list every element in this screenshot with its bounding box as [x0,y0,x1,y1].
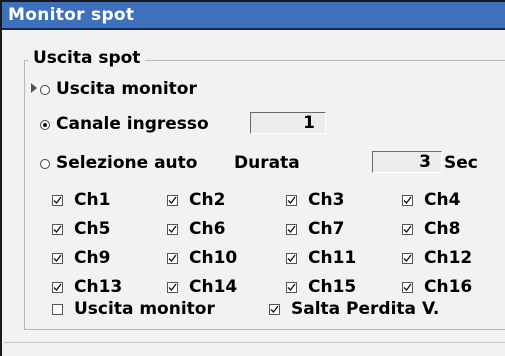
channel-label: Ch14 [189,277,238,297]
channel-checkbox[interactable] [402,224,413,235]
durata-field[interactable]: 3 [372,151,442,173]
channel-label: Ch13 [74,277,123,297]
check-icon [287,254,296,262]
channel-label: Ch8 [424,219,461,239]
channel-checkbox[interactable] [52,282,63,293]
channel-label: Ch12 [424,248,473,268]
check-icon [287,225,296,233]
uscita-monitor-label: Uscita monitor [56,79,197,99]
check-icon [53,196,62,204]
salta-perdita-checkbox[interactable] [269,304,280,315]
channel-label: Ch9 [74,248,111,268]
selezione-auto-label: Selezione auto [56,153,198,173]
channel-checkbox[interactable] [52,195,63,206]
channel-checkbox[interactable] [286,253,297,264]
check-icon [168,254,177,262]
channel-checkbox[interactable] [167,282,178,293]
check-icon [270,305,279,313]
check-icon [53,254,62,262]
channel-label: Ch16 [424,277,473,297]
check-icon [403,254,412,262]
selection-arrow-icon [31,83,37,93]
channel-label: Ch3 [308,190,345,210]
channel-label: Ch1 [74,190,111,210]
durata-unit: Sec [444,153,478,173]
check-icon [403,196,412,204]
channel-label: Ch4 [424,190,461,210]
channel-checkbox[interactable] [167,224,178,235]
window-title: Monitor spot [8,5,135,25]
check-icon [168,225,177,233]
group-border-left [24,60,25,330]
channel-checkbox[interactable] [402,282,413,293]
channel-checkbox[interactable] [286,195,297,206]
channel-checkbox[interactable] [52,224,63,235]
canale-ingresso-label: Canale ingresso [56,114,209,134]
uscita-monitor-radio[interactable] [40,85,50,95]
channel-checkbox[interactable] [286,282,297,293]
bottom-divider [4,342,505,343]
durata-label: Durata [234,153,300,173]
check-icon [287,196,296,204]
channel-label: Ch15 [308,277,357,297]
check-icon [168,283,177,291]
channel-label: Ch10 [189,248,238,268]
channel-label: Ch7 [308,219,345,239]
group-title: Uscita spot [28,48,146,68]
uscita-monitor-checkbox[interactable] [52,304,63,315]
check-icon [287,283,296,291]
canale-ingresso-radio[interactable] [40,120,50,130]
channel-checkbox[interactable] [167,253,178,264]
check-icon [403,225,412,233]
channel-checkbox[interactable] [402,195,413,206]
selezione-auto-radio[interactable] [40,159,50,169]
channel-label: Ch11 [308,248,357,268]
channel-label: Ch2 [189,190,226,210]
channel-checkbox[interactable] [286,224,297,235]
salta-perdita-label: Salta Perdita V. [291,299,440,319]
channel-checkbox[interactable] [402,253,413,264]
channel-checkbox[interactable] [52,253,63,264]
title-bar: Monitor spot [2,2,505,30]
check-icon [53,283,62,291]
check-icon [403,283,412,291]
channel-label: Ch6 [189,219,226,239]
monitor-spot-window: Monitor spot Uscita spot Uscita monitor … [0,0,505,356]
canale-ingresso-field[interactable]: 1 [250,112,326,134]
check-icon [53,225,62,233]
channel-checkbox[interactable] [167,195,178,206]
group-border-bottom [24,329,505,330]
channel-label: Ch5 [74,219,111,239]
uscita-monitor-checkbox-label: Uscita monitor [74,299,215,319]
check-icon [168,196,177,204]
